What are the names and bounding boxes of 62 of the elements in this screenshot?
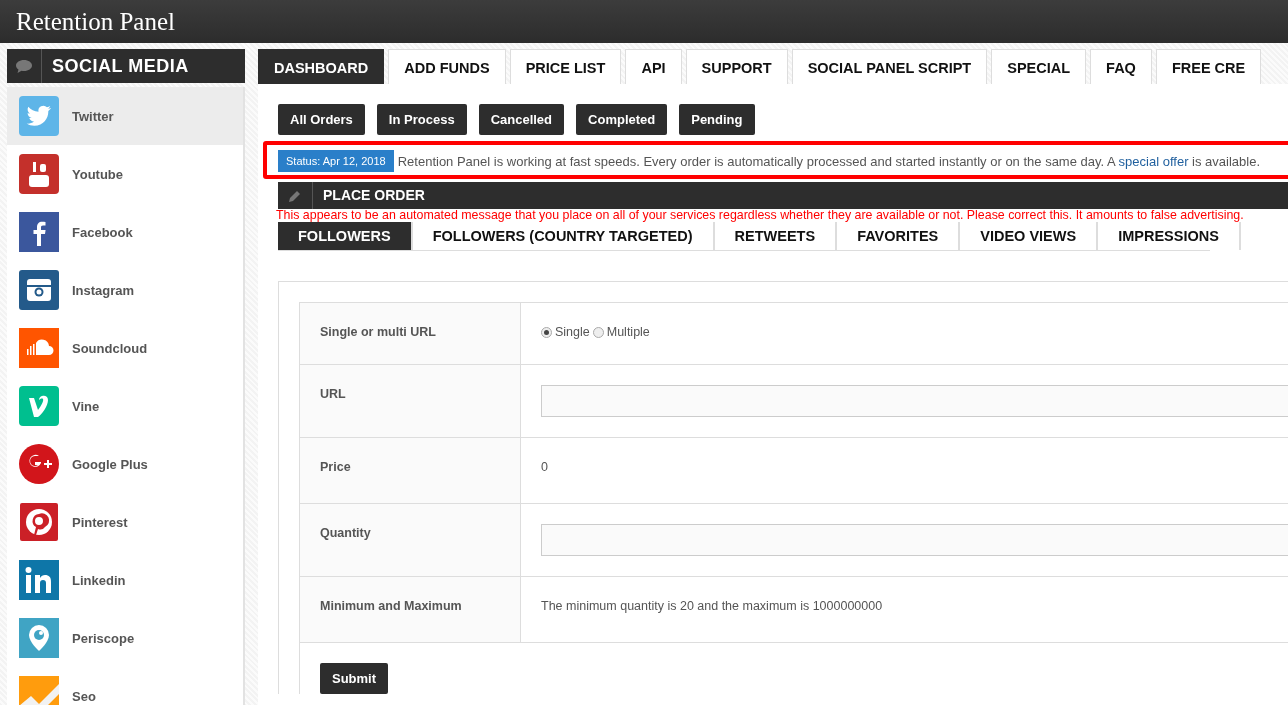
sidebar-item[interactable]: Google Plus <box>7 435 243 493</box>
field-label: Price <box>300 438 521 503</box>
p-letter-icon <box>19 502 59 542</box>
nav-tab[interactable]: DASHBOARD <box>258 49 385 84</box>
nav-tab[interactable]: FREE CRE <box>1155 49 1262 84</box>
sidebar-item[interactable]: Instagram <box>7 261 243 319</box>
special-offer-link[interactable]: special offer <box>1118 153 1189 169</box>
service-tab[interactable]: FOLLOWERS <box>278 222 413 250</box>
sidebar-item[interactable]: Twitter <box>7 87 243 145</box>
input-field[interactable] <box>541 524 1288 556</box>
sidebar-item[interactable]: Facebook <box>7 203 243 261</box>
status-message: Retention Panel is working at fast speeds. Every order is automatically processed and started instantly or on the same day. A special offer is available. <box>397 153 1260 169</box>
submit-button[interactable]: Submit <box>320 663 389 694</box>
filter-button[interactable]: Cancelled <box>478 104 565 135</box>
input-field[interactable] <box>541 385 1288 417</box>
sidebar-item[interactable]: Vine <box>7 377 243 435</box>
cloud-icon <box>19 328 59 368</box>
sidebar-item[interactable]: Linkedin <box>7 551 243 609</box>
nav-tab[interactable]: API <box>625 49 682 84</box>
bird-icon <box>19 96 59 136</box>
field-label: Minimum and Maximum <box>300 577 521 642</box>
in-letters-icon <box>19 560 59 600</box>
service-tab[interactable]: FOLLOWERS (COUNTRY TARGETED) <box>412 222 715 250</box>
sidebar-item[interactable]: Soundcloud <box>7 319 243 377</box>
field-value: The minimum quantity is 20 and the maximum is 1000000000 <box>541 599 883 613</box>
nav-tab[interactable]: SUPPORT <box>685 49 788 84</box>
filter-button[interactable]: Completed <box>576 104 668 135</box>
radio-option[interactable]: Single <box>541 325 590 339</box>
site-title: Retention Panel <box>16 7 175 36</box>
field-label: URL <box>300 365 521 437</box>
camera-icon <box>19 270 59 310</box>
sidebar-item[interactable]: Pinterest <box>7 493 243 551</box>
g-plus-icon <box>19 444 59 484</box>
radio-option[interactable]: Multiple <box>592 325 650 339</box>
f-letter-icon <box>19 212 59 252</box>
nav-tab[interactable]: PRICE LIST <box>509 49 622 84</box>
nav-tab[interactable]: FAQ <box>1090 49 1152 84</box>
nav-tab[interactable]: SPECIAL <box>991 49 1087 84</box>
service-tab[interactable]: FAVORITES <box>837 222 961 250</box>
annotation-note: This appears to be an automated message that you place on all of your services regardless whether they are available or not. Please correct this. It amounts to false advertising. <box>276 209 1245 222</box>
sidebar-item[interactable]: Youtube <box>7 145 243 203</box>
service-tab[interactable]: RETWEETS <box>714 222 838 250</box>
pencil-icon <box>288 188 302 203</box>
sidebar-title: SOCIAL MEDIA <box>51 55 189 78</box>
nav-tab[interactable]: ADD FUNDS <box>388 49 506 84</box>
field-label: Single or multi URL <box>300 303 521 364</box>
speech-bubble-icon <box>16 59 32 73</box>
service-tab[interactable]: VIDEO VIEWS <box>960 222 1099 250</box>
field-value: 0 <box>541 460 548 474</box>
location-pin-icon <box>19 618 59 658</box>
nav-tab[interactable]: SOCIAL PANEL SCRIPT <box>791 49 988 84</box>
v-letter-icon <box>19 386 59 426</box>
chart-arrow-icon <box>19 676 59 705</box>
service-tab[interactable]: IMPRESSIONS <box>1098 222 1241 250</box>
filter-button[interactable]: In Process <box>376 104 467 135</box>
place-order-title: PLACE ORDER <box>322 186 425 205</box>
filter-button[interactable]: Pending <box>679 104 755 135</box>
field-label: Quantity <box>300 504 521 576</box>
sidebar-item[interactable]: Periscope <box>7 609 243 667</box>
status-badge: Status: Apr 12, 2018 <box>278 150 394 172</box>
filter-button[interactable]: All Orders <box>278 104 365 135</box>
sidebar-item[interactable]: Seo <box>7 667 243 705</box>
